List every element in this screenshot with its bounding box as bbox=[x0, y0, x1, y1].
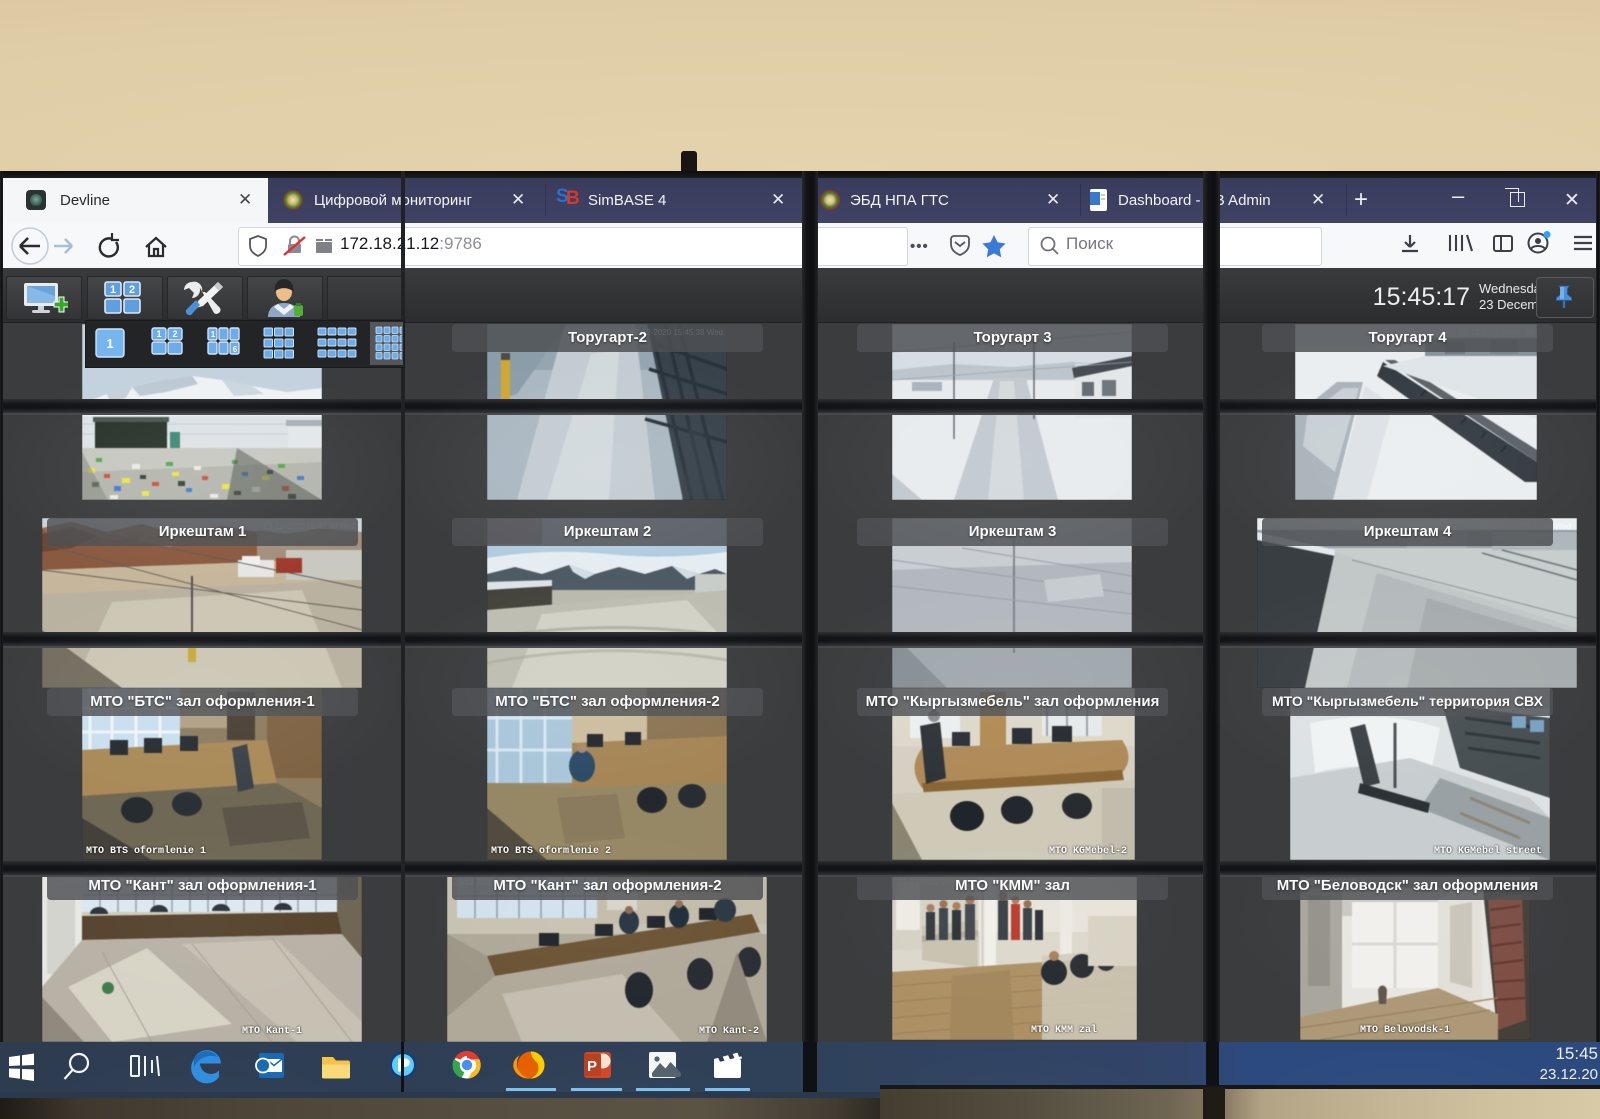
svg-text:2: 2 bbox=[129, 284, 135, 296]
svg-text:2: 2 bbox=[172, 329, 177, 339]
svg-text:P: P bbox=[587, 1058, 597, 1075]
svg-text:1: 1 bbox=[110, 284, 116, 296]
svg-text:6: 6 bbox=[233, 345, 238, 354]
svg-text:1: 1 bbox=[156, 329, 161, 339]
svg-text:1: 1 bbox=[211, 330, 216, 339]
svg-text:1: 1 bbox=[106, 336, 113, 351]
